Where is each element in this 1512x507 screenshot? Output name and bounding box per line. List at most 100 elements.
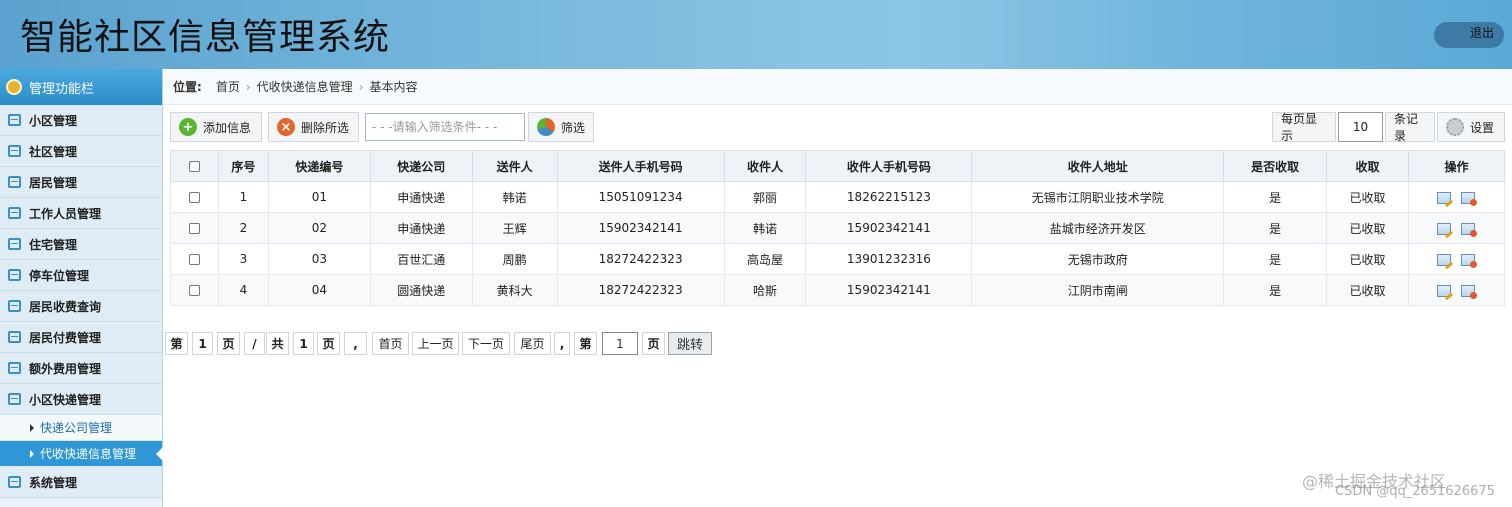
plus-icon: + [179,118,197,136]
table-cell: 圆通快递 [369,274,473,306]
column-header: 收件人地址 [971,150,1225,182]
sidebar-item-fee-query[interactable]: 居民收费查询 [0,291,162,322]
sidebar-item-parking[interactable]: 停车位管理 [0,260,162,291]
row-checkbox[interactable] [188,254,200,265]
table-cell: 03 [267,243,371,275]
sidebar-item-neighborhood[interactable]: 社区管理 [0,136,162,167]
actions-cell [1407,274,1506,306]
select-all-cell[interactable] [170,150,219,182]
actions-cell [1407,181,1506,213]
delete-icon[interactable] [1461,253,1478,268]
table-cell: 04 [267,274,371,306]
table-cell: 18262215123 [805,181,973,213]
app-header: 智能社区信息管理系统 退出 [0,0,1512,69]
table-cell: 已收取 [1326,274,1409,306]
table-cell: 已收取 [1326,212,1409,244]
pager-total-pages: 1 [293,332,314,355]
calendar-icon [8,114,21,126]
last-page-button[interactable]: 尾页 [514,332,551,355]
gear-icon [1446,118,1464,136]
sidebar-item-label: 额外费用管理 [29,361,102,376]
table-cell: 已收取 [1326,243,1409,275]
breadcrumb-separator: › [245,79,251,94]
table-cell: 是 [1223,181,1328,213]
pager-current-page: 1 [192,332,213,355]
sidebar-subitem-label: 快递公司管理 [40,421,113,435]
sidebar-item-payment[interactable]: 居民付费管理 [0,322,162,353]
edit-icon[interactable] [1437,222,1452,235]
sidebar-item-label: 小区管理 [29,113,78,128]
sidebar-item-residents[interactable]: 居民管理 [0,167,162,198]
per-page-label-box: 每页显示 [1272,112,1336,143]
table-cell: 4 [217,274,269,306]
pager-text: 页 [642,332,665,355]
column-header: 快递编号 [267,150,371,182]
table-cell: 是 [1223,274,1328,306]
first-page-button[interactable]: 首页 [372,332,409,355]
sidebar-item-label: 小区快递管理 [29,392,102,407]
pager-text: 第 [165,332,188,355]
records-label-box: 条记录 [1385,112,1435,143]
calendar-icon [8,362,21,374]
table-cell: 无锡市政府 [971,243,1225,275]
pager-text: 共 [266,332,289,355]
filter-label: 筛选 [561,120,586,135]
edit-icon[interactable] [1437,191,1452,204]
delete-icon[interactable] [1461,284,1478,299]
row-select-cell [170,243,219,275]
select-all-checkbox[interactable] [188,161,200,172]
sidebar-subitem-express-company[interactable]: 快递公司管理 [0,415,162,441]
pager-text: , [554,332,570,355]
calendar-icon [8,238,21,250]
table-cell: 18272422323 [556,274,725,306]
pager-text: / [244,332,265,355]
next-page-button[interactable]: 下一页 [462,332,510,355]
sidebar-item-extra-fees[interactable]: 额外费用管理 [0,353,162,384]
breadcrumb: 位置: 首页 › 代收快递信息管理 › 基本内容 [163,69,1512,105]
delete-icon[interactable] [1461,222,1478,237]
table-cell: 15902342141 [556,212,725,244]
delete-icon[interactable] [1461,191,1478,206]
table-cell: 申通快递 [369,181,473,213]
table-cell: 15051091234 [556,181,725,213]
sidebar-item-label: 社区管理 [29,144,78,159]
add-info-button[interactable]: + 添加信息 [170,112,262,142]
sidebar-item-housing[interactable]: 住宅管理 [0,229,162,260]
filter-input[interactable]: - - -请输入筛选条件- - - [365,113,525,141]
sidebar-item-express[interactable]: 小区快递管理 [0,384,162,415]
row-checkbox[interactable] [188,285,200,296]
app-title: 智能社区信息管理系统 [20,17,391,58]
prev-page-button[interactable]: 上一页 [412,332,459,355]
breadcrumb-current: 基本内容 [369,80,418,94]
per-page-input[interactable]: 10 [1338,112,1383,142]
column-header: 送件人手机号码 [556,150,725,182]
sidebar-item-label: 居民付费管理 [29,330,102,345]
breadcrumb-label: 位置: [173,80,202,94]
sidebar-item-system[interactable]: 系统管理 [0,467,162,498]
jump-page-input[interactable]: 1 [602,332,638,355]
sidebar-item-community[interactable]: 小区管理 [0,105,162,136]
sidebar-header: 管理功能栏 [0,69,162,105]
sidebar-header-label: 管理功能栏 [29,81,95,97]
column-header: 是否收取 [1223,150,1328,182]
delete-selected-label: 删除所选 [301,120,350,135]
logout-button[interactable]: 退出 [1434,22,1504,48]
jump-button[interactable]: 跳转 [668,332,712,355]
filter-button[interactable]: 筛选 [528,112,594,142]
table-cell: 15902342141 [805,212,973,244]
edit-icon[interactable] [1437,253,1452,266]
row-checkbox[interactable] [188,192,200,203]
sidebar-item-staff[interactable]: 工作人员管理 [0,198,162,229]
breadcrumb-home[interactable]: 首页 [216,78,240,95]
delete-selected-button[interactable]: × 删除所选 [268,112,359,142]
settings-button[interactable]: 设置 [1437,112,1505,142]
edit-icon[interactable] [1437,284,1452,297]
column-header: 快递公司 [369,150,473,182]
sidebar-subitem-express-info[interactable]: 代收快递信息管理 [0,441,163,467]
calendar-icon [8,331,21,343]
triangle-right-icon [30,423,34,432]
breadcrumb-section[interactable]: 代收快递信息管理 [257,78,353,95]
row-checkbox[interactable] [188,223,200,234]
toolbar: + 添加信息 × 删除所选 - - -请输入筛选条件- - - 筛选 每页显示 … [170,112,1505,144]
actions-cell [1407,212,1506,244]
